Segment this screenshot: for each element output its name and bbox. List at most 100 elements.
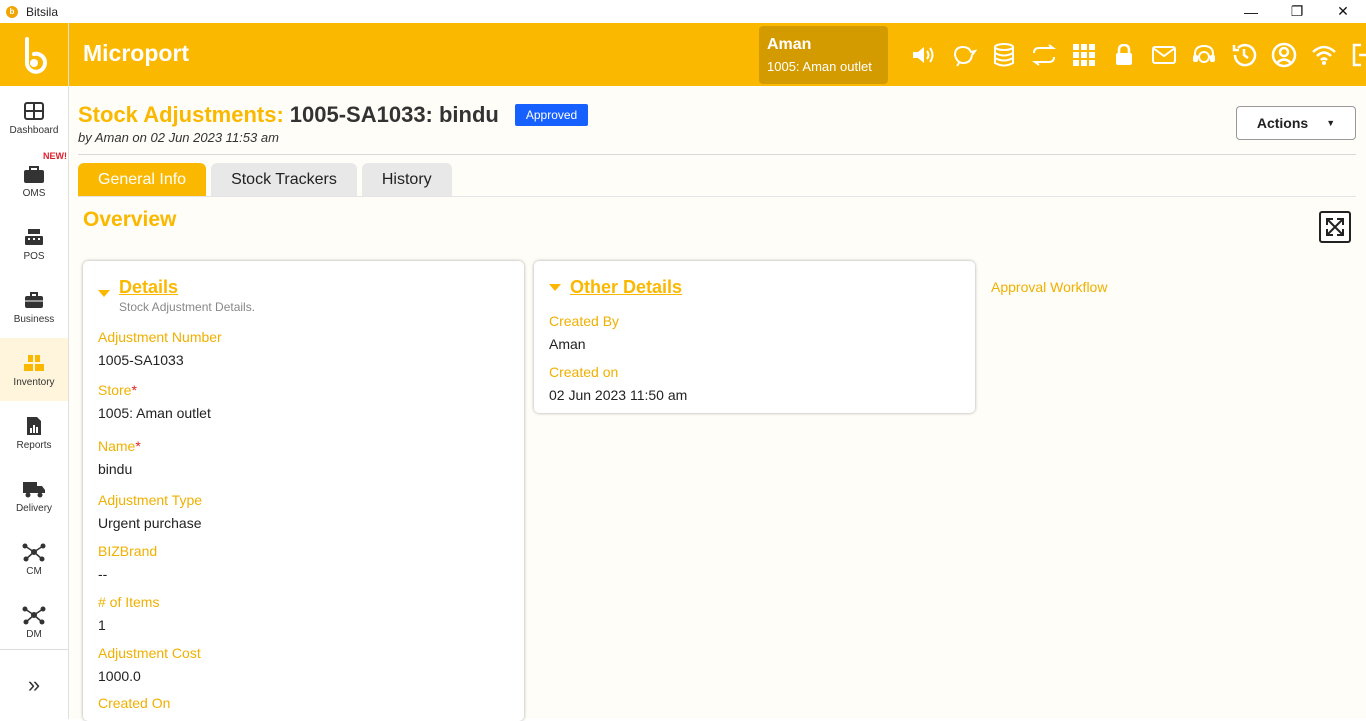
sidebar-item-label: OMS: [22, 187, 46, 199]
user-profile-icon[interactable]: [1264, 39, 1304, 71]
field-value: 1: [98, 617, 106, 633]
field-label: Adjustment Type: [98, 492, 203, 508]
user-store-box[interactable]: Aman 1005: Aman outlet: [759, 26, 888, 84]
dashboard-icon: [24, 100, 44, 122]
boxes-icon: [23, 352, 45, 374]
actions-label: Actions: [1256, 115, 1309, 131]
history-icon[interactable]: [1224, 39, 1264, 71]
details-title[interactable]: Details: [119, 277, 178, 298]
lock-icon[interactable]: [1104, 39, 1144, 71]
sidebar-item-dashboard[interactable]: Dashboard: [0, 86, 68, 149]
sidebar-item-label: Reports: [16, 439, 52, 451]
sidebar-item-label: Dashboard: [9, 124, 59, 136]
approval-workflow-link[interactable]: Approval Workflow: [991, 279, 1107, 295]
sidebar-item-label: Delivery: [15, 502, 53, 514]
sidebar-logo[interactable]: [0, 23, 68, 86]
page-title-prefix: Stock Adjustments:: [78, 102, 284, 127]
field-created-on: Created on 02 Jun 2023 11:50 am: [549, 364, 687, 403]
top-icons: [904, 39, 1366, 71]
sidebar-item-inventory[interactable]: Inventory: [0, 338, 68, 401]
field-label: Adjustment Number: [98, 329, 222, 345]
apps-grid-icon[interactable]: [1064, 39, 1104, 71]
sidebar-item-label: DM: [26, 628, 42, 640]
section-heading-overview: Overview: [83, 208, 177, 231]
status-badge: Approved: [514, 104, 589, 126]
bitsila-logo-icon: [25, 36, 47, 74]
field-label: Created on: [549, 364, 619, 380]
speaker-icon[interactable]: [904, 39, 944, 71]
sidebar-expand-icon[interactable]: »: [0, 649, 68, 719]
sidebar-item-oms[interactable]: NEW! OMS: [0, 149, 68, 212]
field-created-by: Created By Aman: [549, 313, 619, 352]
sidebar-item-cm[interactable]: CM: [0, 527, 68, 590]
page-header: Stock Adjustments: 1005-SA1033: bindu Ap…: [78, 102, 589, 128]
required-marker: *: [135, 438, 141, 454]
window-title: Bitsila: [26, 4, 59, 19]
support-icon[interactable]: [1184, 39, 1224, 71]
sidebar-item-label: Inventory: [13, 376, 55, 388]
user-name: Aman: [767, 36, 812, 53]
field-label: Store*: [98, 382, 137, 398]
report-icon: [26, 415, 42, 437]
logout-icon[interactable]: [1344, 39, 1366, 71]
field-store: Store* 1005: Aman outlet: [98, 382, 211, 421]
maximize-button[interactable]: ❐: [1274, 0, 1320, 23]
tab-history[interactable]: History: [361, 163, 452, 196]
field-value: 1005: Aman outlet: [98, 405, 211, 421]
bird-icon[interactable]: [944, 39, 984, 71]
wifi-icon[interactable]: [1304, 39, 1344, 71]
field-value: 1000.0: [98, 668, 141, 684]
sidebar-item-dm[interactable]: DM: [0, 590, 68, 653]
divider: [78, 154, 1356, 155]
required-marker: *: [131, 382, 137, 398]
tab-bar: General Info Stock Trackers History: [78, 163, 457, 196]
field-value: 02 Jun 2023 11:50 am: [549, 387, 688, 403]
mail-icon[interactable]: [1144, 39, 1184, 71]
field-label: Name*: [98, 438, 141, 454]
field-name: Name* bindu: [98, 438, 141, 477]
collapse-caret-icon[interactable]: [98, 290, 110, 297]
truck-icon: [22, 478, 46, 500]
sidebar: Dashboard NEW! OMS POS Business Inventor…: [0, 23, 69, 719]
database-icon[interactable]: [984, 39, 1024, 71]
field-adjustment-type: Adjustment Type Urgent purchase: [98, 492, 202, 531]
field-adjustment-cost: Adjustment Cost 1000.0: [98, 645, 201, 684]
network-icon: [22, 604, 46, 626]
field-value: Aman: [549, 336, 586, 352]
fullscreen-button[interactable]: [1319, 211, 1351, 243]
field-value: Urgent purchase: [98, 515, 202, 531]
top-bar: Microport Aman 1005: Aman outlet: [69, 23, 1366, 86]
sidebar-item-label: CM: [26, 565, 42, 577]
new-badge: NEW!: [43, 151, 67, 161]
other-details-title[interactable]: Other Details: [570, 277, 682, 298]
sidebar-item-pos[interactable]: POS: [0, 212, 68, 275]
field-adjustment-number: Adjustment Number 1005-SA1033: [98, 329, 222, 368]
main-content: Stock Adjustments: 1005-SA1033: bindu Ap…: [69, 86, 1366, 721]
sidebar-item-delivery[interactable]: Delivery: [0, 464, 68, 527]
field-item-count: # of Items 1: [98, 594, 159, 633]
collapse-caret-icon[interactable]: [549, 284, 561, 291]
actions-dropdown[interactable]: Actions ▼: [1236, 106, 1356, 140]
sidebar-item-label: Business: [13, 313, 55, 325]
details-card: Details Stock Adjustment Details. Adjust…: [83, 261, 524, 721]
minimize-button[interactable]: —: [1228, 0, 1274, 23]
user-store: 1005: Aman outlet: [767, 59, 872, 74]
field-label: # of Items: [98, 594, 160, 610]
sidebar-item-label: POS: [23, 250, 45, 262]
close-button[interactable]: ✕: [1320, 0, 1366, 23]
page-title: 1005-SA1033: bindu: [289, 102, 499, 127]
field-label: Adjustment Cost: [98, 645, 201, 661]
tab-general-info[interactable]: General Info: [78, 163, 207, 196]
divider: [78, 196, 1356, 197]
sync-icon[interactable]: [1024, 39, 1064, 71]
field-created-on: Created On: [98, 695, 170, 711]
shopping-bag-icon: [23, 163, 45, 185]
expand-arrows-icon: [1326, 218, 1344, 236]
sidebar-item-reports[interactable]: Reports: [0, 401, 68, 464]
sidebar-item-business[interactable]: Business: [0, 275, 68, 338]
tab-stock-trackers[interactable]: Stock Trackers: [211, 163, 357, 196]
field-value: bindu: [98, 461, 133, 477]
brand-name: Microport: [83, 40, 190, 66]
field-value: --: [98, 566, 108, 582]
app-logo-icon: b: [6, 5, 18, 18]
